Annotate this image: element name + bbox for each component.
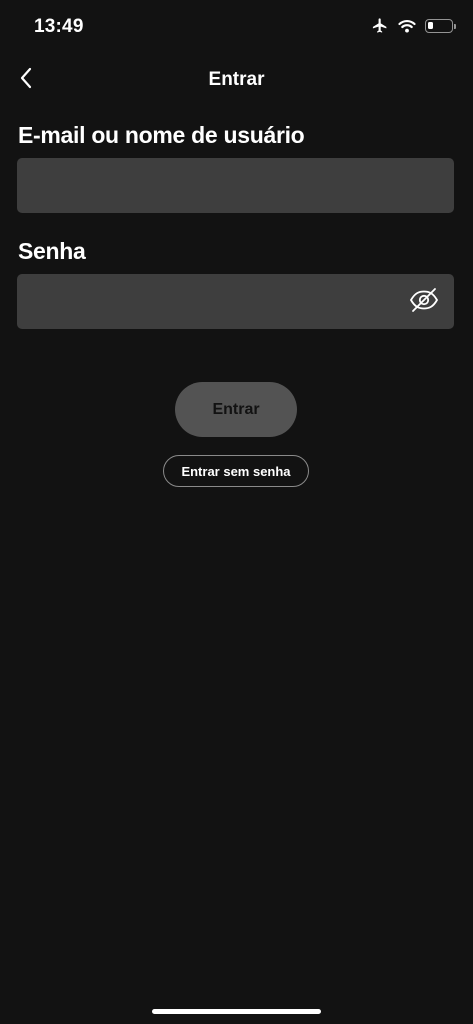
show-password-toggle[interactable] — [408, 286, 440, 318]
wifi-icon — [398, 19, 416, 33]
airplane-icon — [371, 17, 389, 34]
email-field-box — [17, 158, 454, 213]
password-field-box — [17, 274, 454, 329]
battery-icon — [425, 18, 456, 33]
email-label: E-mail ou nome de usuário — [18, 122, 305, 148]
email-field[interactable] — [17, 158, 454, 213]
page-title: Entrar — [208, 69, 265, 90]
home-indicator[interactable] — [152, 1009, 321, 1014]
password-label: Senha — [18, 238, 86, 264]
password-field[interactable] — [17, 274, 454, 329]
battery-level-fill — [428, 21, 433, 29]
status-icons — [371, 17, 456, 34]
login-without-password-button[interactable]: Entrar sem senha — [163, 455, 309, 487]
status-time: 13:49 — [34, 16, 84, 37]
login-button[interactable]: Entrar — [175, 382, 297, 437]
login-form: E-mail ou nome de usuário Senha — [17, 120, 454, 329]
nav-bar: Entrar — [0, 56, 473, 104]
eye-slash-icon — [409, 287, 439, 318]
status-bar: 13:49 — [0, 0, 473, 56]
